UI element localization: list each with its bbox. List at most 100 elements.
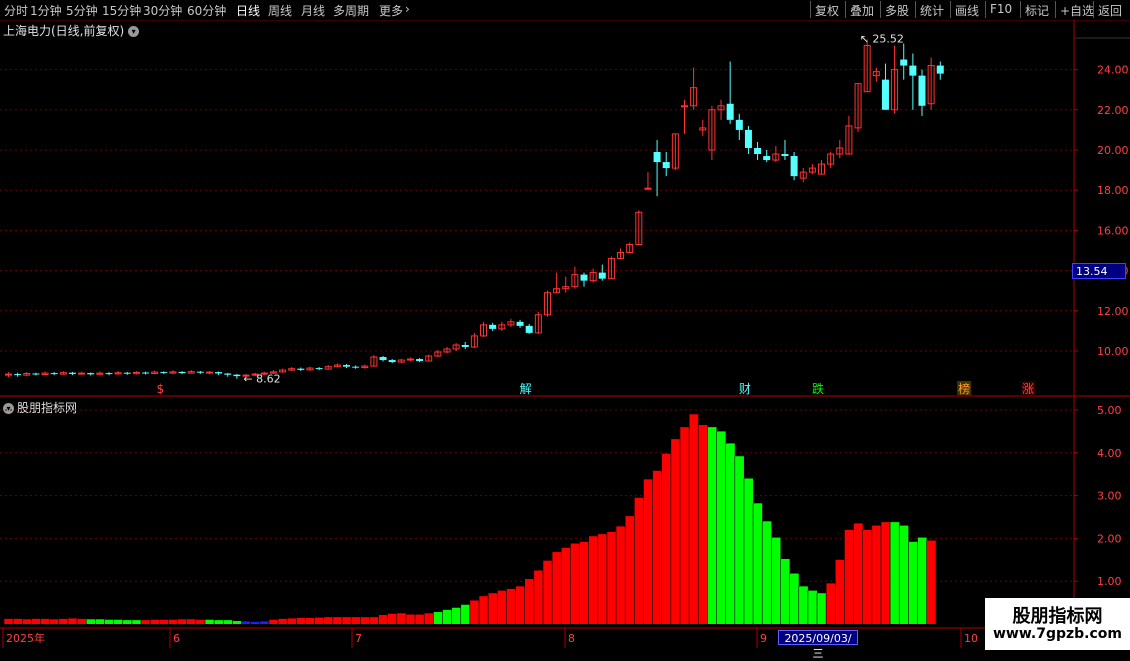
- candle-body: [352, 366, 360, 368]
- indicator-bar: [862, 529, 872, 624]
- indicator-bar: [515, 586, 525, 624]
- indicator-bar: [807, 590, 818, 624]
- indicator-bar: [58, 618, 68, 624]
- indicator-bar: [360, 617, 370, 624]
- indicator-bar: [917, 537, 927, 624]
- y-tick-label: 16.00: [1097, 224, 1129, 237]
- indicator-bar: [232, 621, 242, 624]
- indicator-bar: [405, 614, 416, 624]
- indicator-bar: [49, 619, 59, 624]
- y-tick-label: 10.00: [1097, 345, 1129, 358]
- candle-body: [379, 357, 387, 361]
- indicator-bar: [195, 619, 205, 624]
- indicator-bar: [415, 614, 425, 624]
- indicator-bar: [753, 503, 763, 624]
- indicator-bar: [296, 618, 306, 624]
- current-price-label: 13.54: [1072, 263, 1126, 279]
- x-tick-label: 10: [964, 632, 978, 645]
- indicator-bar: [159, 619, 169, 624]
- candle-body: [881, 79, 889, 110]
- indicator-bar: [643, 479, 653, 624]
- candle-body: [744, 129, 752, 148]
- indicator-bar: [424, 613, 434, 624]
- indicator-bar: [305, 618, 315, 624]
- candle-body: [662, 162, 670, 169]
- indicator-bar: [287, 618, 297, 624]
- candle-body: [196, 371, 204, 373]
- y-tick-label: 22.00: [1097, 104, 1129, 117]
- candle-body: [50, 373, 58, 375]
- indicator-bar: [689, 414, 699, 624]
- indicator-bar: [186, 619, 196, 624]
- watermark-logo: 股朋指标网 www.7gpzb.com: [985, 598, 1130, 650]
- indicator-bar: [698, 424, 708, 624]
- watermark-line1: 股朋指标网: [1012, 606, 1103, 627]
- candle-body: [918, 75, 926, 106]
- candle-body: [342, 365, 350, 367]
- event-marker: 跌: [812, 381, 824, 396]
- indicator-bar: [634, 497, 644, 624]
- candle-body: [936, 65, 944, 74]
- candle-body: [653, 152, 661, 163]
- indicator-bar: [4, 618, 14, 624]
- candle-body: [78, 372, 86, 375]
- indicator-bar: [378, 615, 388, 624]
- indicator-bar: [616, 526, 626, 624]
- indicator-bar: [625, 516, 635, 624]
- indicator-bar: [168, 619, 178, 624]
- candle-body: [763, 156, 771, 161]
- indicator-bar: [606, 531, 617, 624]
- x-tick-label: 8: [568, 632, 575, 645]
- candle-body: [14, 374, 22, 376]
- indicator-bar: [268, 619, 279, 624]
- candle-body: [215, 372, 223, 374]
- candle-body: [123, 372, 131, 374]
- indicator-bar: [899, 525, 909, 624]
- indicator-bar: [204, 619, 215, 624]
- kline-chart[interactable]: 10.0012.0014.0016.0018.0020.0022.0024.00…: [0, 0, 1130, 650]
- indicator-bar: [817, 593, 827, 624]
- candle-body: [525, 325, 533, 333]
- candle-body: [489, 324, 497, 329]
- candle-body: [416, 359, 424, 362]
- indicator-bar: [890, 522, 900, 624]
- candle-body: [87, 373, 95, 375]
- indicator-bar: [332, 617, 342, 624]
- candle-body: [233, 374, 241, 377]
- indicator-bar: [908, 541, 918, 624]
- indicator-bar: [67, 618, 78, 624]
- event-marker: $: [156, 382, 164, 396]
- indicator-bar: [853, 523, 863, 624]
- y-tick-label: 20.00: [1097, 144, 1129, 157]
- candle-body: [32, 373, 40, 375]
- indicator-bar: [762, 521, 772, 624]
- indicator-bar: [734, 456, 744, 624]
- event-marker: 涨: [1022, 381, 1034, 396]
- candle-body: [461, 344, 469, 347]
- candle-body: [68, 372, 76, 374]
- indicator-bar: [707, 427, 717, 624]
- candle-body: [900, 59, 908, 66]
- watermark-line2: www.7gpzb.com: [992, 626, 1122, 642]
- candle-body: [388, 360, 396, 363]
- y-tick-label: 18.00: [1097, 184, 1129, 197]
- candle-body: [726, 103, 734, 120]
- indicator-bar: [725, 443, 735, 624]
- x-tick-label: 9: [760, 632, 767, 645]
- indicator-y-tick-label: 1.00: [1097, 575, 1122, 588]
- indicator-bar: [214, 620, 224, 624]
- candle-body: [205, 371, 213, 374]
- indicator-bar: [826, 583, 836, 624]
- low-price-label: ← 8.62: [243, 373, 280, 386]
- indicator-bar: [880, 522, 891, 624]
- indicator-bar: [771, 537, 781, 624]
- candle-body: [315, 368, 323, 370]
- indicator-bar: [835, 559, 845, 624]
- indicator-bar: [871, 525, 881, 624]
- indicator-bar: [131, 620, 142, 624]
- indicator-bar: [95, 619, 105, 624]
- candle-body: [735, 119, 743, 130]
- event-marker: 解: [520, 382, 532, 396]
- candle-body: [580, 274, 588, 281]
- y-tick-label: 12.00: [1097, 305, 1129, 318]
